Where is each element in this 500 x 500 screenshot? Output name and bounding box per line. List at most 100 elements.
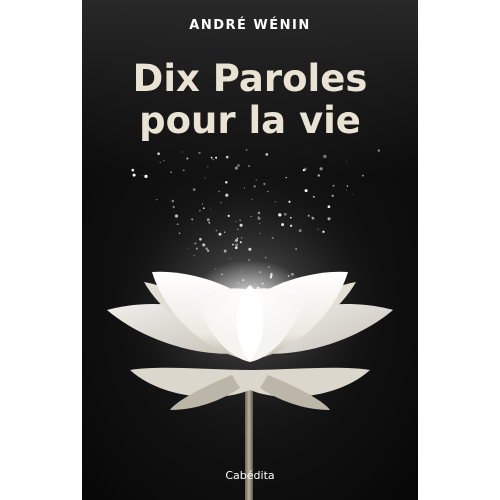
sparkle [198,209,201,212]
sparkle [288,200,291,203]
sparkle [327,217,331,221]
publisher-name: Cabédita [225,469,275,482]
sparkle [259,232,261,235]
sparkle [157,152,160,156]
sparkle [212,158,214,161]
sparkle [259,223,261,225]
sparkle [257,211,261,215]
sparkle [239,241,242,244]
sparkle [201,203,204,205]
sparkle [255,179,258,181]
sparkle [361,174,364,177]
sparkle [178,232,181,235]
sparkle [202,207,205,210]
sparkle [332,184,335,187]
sparkle [215,156,218,159]
sparkle [144,174,148,179]
sparkle [235,221,237,223]
sparkle [194,242,197,245]
sparkle [218,232,222,236]
sparkle [298,229,302,233]
sparkle [205,247,208,251]
sparkle [258,216,259,217]
sparkle [323,154,327,159]
sparkle [248,165,251,168]
sparkle [159,161,161,163]
sparkle [207,166,209,168]
sparkle [186,157,189,160]
sparkle [210,209,211,211]
sparkle [307,214,310,217]
sparkle [225,193,229,197]
sparkle [223,249,227,253]
sparkle [245,149,248,151]
sparkle [195,247,198,250]
sparkle [237,164,240,167]
sparkle [210,156,213,159]
sparkle [263,182,266,186]
sparkle [234,166,239,170]
sparkle [317,228,319,230]
sparkle [229,258,231,260]
sparkle [192,188,196,191]
sparkle [289,224,293,227]
sparkle [199,238,202,241]
sparkle [131,168,135,172]
sparkle [195,242,197,244]
sparkle [351,193,353,195]
sparkle [311,216,314,219]
sparkle [156,199,158,201]
sparkle [253,185,256,188]
sparkle [304,189,308,193]
sparkle [171,199,175,203]
sparkle [215,229,218,232]
sparkle [322,230,325,234]
sparkle [346,189,347,191]
sparkle [317,174,320,177]
sparkle [234,246,238,250]
sparkle [302,168,306,172]
sparkle [224,231,226,233]
sparkle [319,167,323,171]
center-glow [190,260,310,340]
sparkle [241,237,243,239]
sparkle [345,161,347,163]
sparkle [312,195,315,198]
sparkle [285,176,287,179]
sparkle [232,243,234,246]
sparkle [198,151,201,155]
sparkle [163,160,165,162]
sparkle [239,223,243,227]
sparkle [250,216,252,217]
sparkle [207,249,210,252]
sparkle [172,205,175,209]
sparkle [264,256,267,259]
sparkle [208,221,211,224]
sparkle [202,243,206,247]
sparkle [182,169,185,172]
sparkle [218,190,221,193]
sparkle [278,213,282,217]
sparkle [236,237,239,240]
sparkle [206,218,210,222]
sparkle [174,214,179,218]
sparkle [257,216,261,220]
sparkle [239,219,241,222]
sparkle [265,153,269,156]
sparkle [235,239,238,242]
sparkle [237,228,239,230]
sparkle [251,198,253,200]
sparkle [346,185,349,187]
sparkle [204,177,206,179]
sparkle [227,214,230,217]
sparkle [220,202,222,204]
sparkle [331,194,334,197]
book-cover: ANDRÉ WÉNIN Dix Paroles pour la vie Cabé… [82,0,418,500]
sparkle [225,181,228,184]
sparkle [235,243,238,247]
sparkle [327,205,331,209]
sparkle [193,255,195,257]
sparkle [141,174,143,176]
sparkle [377,149,381,152]
sparkle [233,240,235,243]
